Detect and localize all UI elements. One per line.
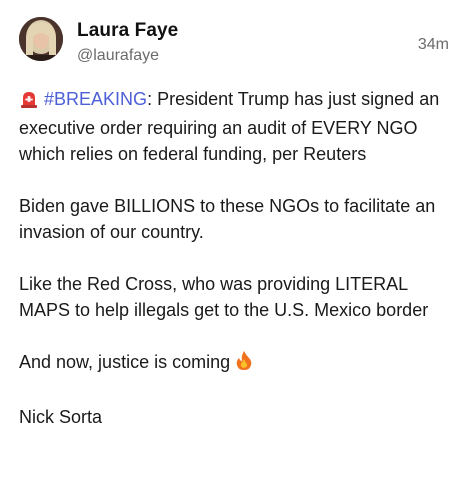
post-card: Laura Faye @laurafaye 34m #BREAKING: Pre…: [0, 0, 465, 500]
avatar[interactable]: [19, 17, 63, 61]
post-paragraph-4-text: And now, justice is coming: [19, 352, 236, 372]
author-display-name[interactable]: Laura Faye: [77, 20, 178, 42]
post-paragraph-5: Nick Sorta: [19, 407, 103, 427]
avatar-image: [19, 17, 63, 61]
police-siren-icon: [19, 89, 39, 115]
post-paragraph-2: Biden gave BILLIONS to these NGOs to fac…: [19, 196, 436, 242]
post-body: #BREAKING: President Trump has just sign…: [19, 86, 451, 430]
breaking-hashtag-link[interactable]: #BREAKING: [44, 89, 147, 109]
post-paragraph-4: And now, justice is coming: [19, 349, 451, 378]
post-timestamp: 34m: [417, 36, 449, 53]
post-paragraph-3: Like the Red Cross, who was providing LI…: [19, 274, 429, 320]
post-header: Laura Faye @laurafaye 34m: [19, 17, 449, 67]
fire-icon: [235, 350, 253, 378]
author-handle[interactable]: @laurafaye: [77, 47, 159, 65]
post-paragraph-1: #BREAKING: President Trump has just sign…: [19, 86, 451, 167]
